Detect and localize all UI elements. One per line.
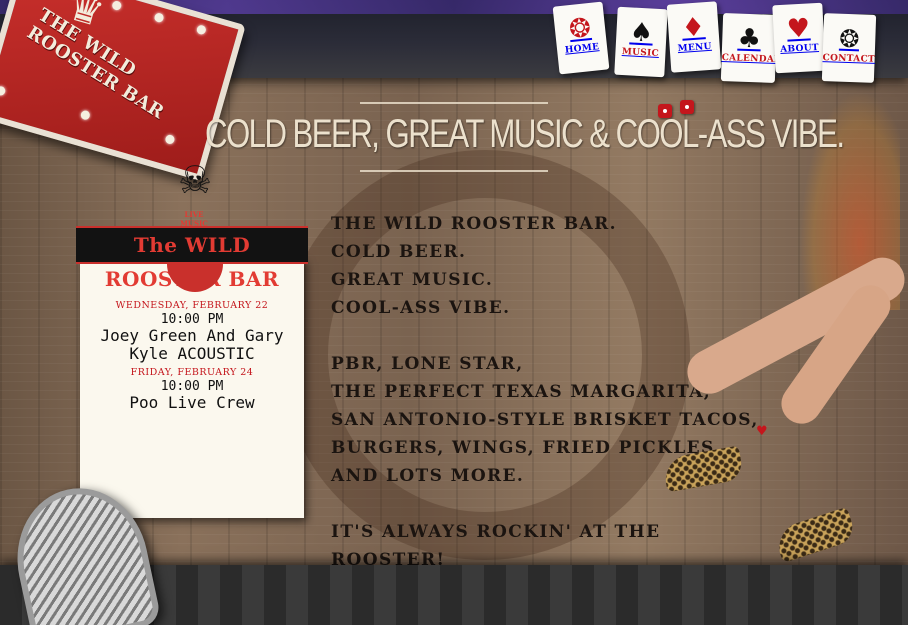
nav-menu[interactable]: ♦ MENU bbox=[666, 1, 722, 73]
event-time: 10:00 PM bbox=[160, 312, 224, 327]
logo-text: THE WILD ROOSTER BAR bbox=[23, 4, 168, 124]
heart-icon: ♥ bbox=[786, 13, 811, 45]
headline: COLD BEER, GREAT MUSIC & COOL-ASS VIBE. bbox=[205, 112, 845, 156]
events-panel: WEDNESDAY, FEBRUARY 22 10:00 PM Joey Gre… bbox=[80, 258, 304, 518]
event-list: WEDNESDAY, FEBRUARY 22 10:00 PM Joey Gre… bbox=[80, 300, 304, 416]
nav-about[interactable]: ♥ ABOUT bbox=[772, 2, 826, 74]
leopard-shoe-icon bbox=[772, 506, 858, 564]
bulb-icon bbox=[195, 24, 207, 36]
club-icon: ♣ bbox=[737, 23, 762, 55]
page: ♛ THE WILD ROOSTER BAR COLD BEER, GREAT … bbox=[0, 0, 908, 625]
main-line: COOL-ASS VIBE. bbox=[331, 298, 511, 318]
event-date: FRIDAY, FEBRUARY 24 bbox=[130, 367, 254, 378]
nav-contact[interactable]: ❂ CONTACT bbox=[821, 13, 877, 83]
event-item[interactable]: FRIDAY, FEBRUARY 24 10:00 PM Poo Live Cr… bbox=[80, 367, 304, 412]
heart-tattoo-icon: ♥ bbox=[756, 424, 768, 439]
nav-calendar-label: CALENDAR bbox=[721, 53, 783, 66]
event-title[interactable]: Joey Green And Gary Kyle ACOUSTIC bbox=[80, 327, 304, 363]
bulb-icon bbox=[153, 12, 165, 24]
nav-calendar[interactable]: ♣ CALENDAR bbox=[720, 13, 783, 83]
diamond-icon: ♦ bbox=[680, 12, 707, 44]
main-line: SAN ANTONIO-STYLE BRISKET TACOS, bbox=[331, 410, 759, 430]
main-line: COLD BEER. bbox=[331, 242, 467, 262]
bulb-icon bbox=[79, 109, 91, 121]
spade-icon: ♠ bbox=[629, 17, 654, 49]
event-time: 10:00 PM bbox=[160, 379, 224, 394]
skull-guitars-icon: ☠ bbox=[177, 158, 213, 202]
bulb-icon bbox=[164, 133, 176, 145]
rooster-icon: ❂ bbox=[838, 24, 860, 54]
main-line: THE WILD ROOSTER BAR. bbox=[331, 214, 617, 234]
nav-music-label: MUSIC bbox=[621, 47, 660, 59]
main-line: GREAT MUSIC. bbox=[331, 270, 494, 290]
headline-rule-top bbox=[360, 102, 548, 104]
event-title[interactable]: Poo Live Crew bbox=[80, 394, 304, 412]
nav-about-label: ABOUT bbox=[780, 42, 820, 55]
nav-contact-label: CONTACT bbox=[822, 53, 876, 65]
bulb-icon bbox=[111, 0, 123, 12]
event-date: WEDNESDAY, FEBRUARY 22 bbox=[115, 300, 269, 311]
nav-menu-label: MENU bbox=[677, 41, 713, 55]
nav-home[interactable]: ❂ HOME bbox=[552, 1, 610, 75]
bulb-icon bbox=[0, 85, 7, 97]
event-item[interactable]: WEDNESDAY, FEBRUARY 22 10:00 PM Joey Gre… bbox=[80, 300, 304, 363]
headline-rule-bottom bbox=[360, 170, 548, 172]
nav-music[interactable]: ♠ MUSIC bbox=[614, 6, 668, 78]
panel-banner: The WILD ROOSTER BAR bbox=[76, 226, 308, 291]
